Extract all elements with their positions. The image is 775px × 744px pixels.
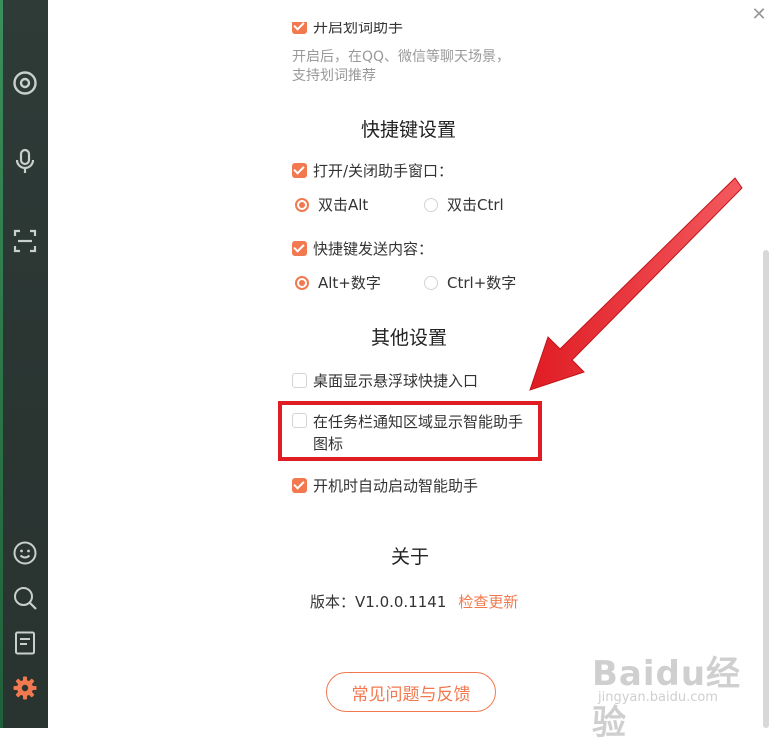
version-row: 版本：V1.0.0.1141 检查更新: [310, 591, 518, 612]
cut-off-option: 开启划词助手: [292, 22, 403, 38]
autostart-label: 开机时自动启动智能助手: [313, 477, 479, 495]
desktop-float-option[interactable]: 桌面显示悬浮球快捷入口: [292, 370, 478, 391]
toggle-window-option[interactable]: 打开/关闭助手窗口：: [292, 160, 453, 181]
radio-ctrl-number-label: Ctrl+数字: [447, 274, 517, 292]
cut-off-label: 开启划词助手: [313, 22, 404, 36]
desktop-float-checkbox[interactable]: [292, 373, 307, 388]
scan-icon[interactable]: [12, 228, 38, 254]
radio-alt-number[interactable]: Alt+数字: [295, 272, 381, 293]
send-content-checkbox[interactable]: [292, 241, 307, 256]
check-update-link[interactable]: 检查更新: [458, 591, 518, 612]
search-icon[interactable]: [12, 585, 38, 611]
highlight-box: [278, 401, 542, 461]
about-title: 关于: [391, 546, 430, 568]
target-icon[interactable]: [12, 70, 38, 96]
radio-ctrl-number[interactable]: Ctrl+数字: [424, 272, 516, 293]
option-description-line2: 支持划词推荐: [292, 68, 376, 84]
close-icon[interactable]: ✕: [750, 6, 768, 24]
send-content-option[interactable]: 快捷键发送内容：: [292, 238, 433, 259]
book-icon[interactable]: [12, 630, 38, 656]
radio-double-ctrl-label: 双击Ctrl: [447, 196, 504, 214]
radio-alt-number-label: Alt+数字: [318, 274, 381, 292]
radio-double-ctrl[interactable]: 双击Ctrl: [424, 194, 504, 215]
desktop-float-label: 桌面显示悬浮球快捷入口: [313, 372, 479, 390]
option-description-line1: 开启后，在QQ、微信等聊天场景，: [292, 49, 511, 65]
radio-double-alt-label: 双击Alt: [318, 196, 369, 214]
version-text: 版本：V1.0.0.1141: [310, 593, 447, 611]
radio-ctrl-number-button[interactable]: [424, 275, 438, 290]
annotation-arrow-icon: [529, 177, 743, 391]
radio-double-alt-button[interactable]: [295, 197, 309, 212]
toggle-window-checkbox[interactable]: [292, 163, 307, 178]
radio-double-alt[interactable]: 双击Alt: [295, 194, 368, 215]
watermark-url: jingyan.baidu.com: [598, 690, 718, 705]
feedback-button[interactable]: 常见问题与反馈: [326, 672, 496, 712]
sidebar: [0, 0, 48, 728]
send-content-label: 快捷键发送内容：: [313, 240, 434, 258]
other-settings-title: 其他设置: [371, 327, 448, 349]
sidebar-accent-stripe: [0, 0, 3, 728]
radio-double-ctrl-button[interactable]: [424, 197, 438, 212]
microphone-icon[interactable]: [12, 148, 38, 174]
toggle-window-label: 打开/关闭助手窗口：: [313, 162, 454, 180]
baidu-watermark: Baidu经验 jingyan.baidu.com: [588, 640, 768, 743]
autostart-checkbox[interactable]: [292, 478, 307, 493]
gear-icon[interactable]: [12, 675, 38, 701]
radio-alt-number-button[interactable]: [295, 275, 309, 290]
autostart-option[interactable]: 开机时自动启动智能助手: [292, 475, 478, 496]
smile-icon[interactable]: [12, 540, 38, 566]
cut-off-checkbox[interactable]: [292, 22, 307, 34]
shortcut-settings-title: 快捷键设置: [361, 119, 457, 141]
